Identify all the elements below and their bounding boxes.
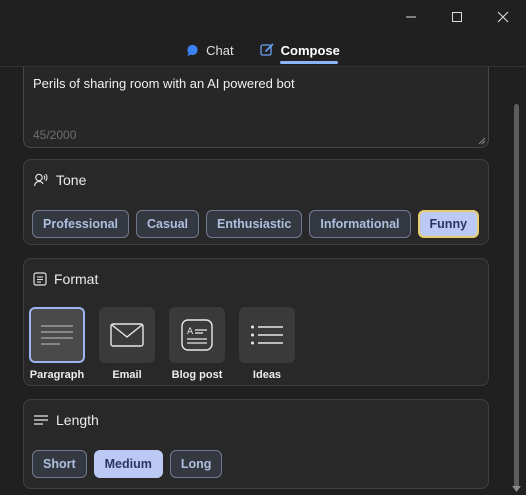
tab-compose[interactable]: Compose bbox=[259, 36, 340, 64]
format-header: Format bbox=[33, 271, 98, 287]
close-button[interactable] bbox=[480, 0, 526, 34]
tab-chat[interactable]: Chat bbox=[186, 36, 234, 64]
prompt-input[interactable]: Perils of sharing room with an AI powere… bbox=[23, 67, 489, 148]
svg-text:A: A bbox=[187, 327, 194, 337]
format-icon bbox=[33, 272, 47, 286]
compose-pencil-icon bbox=[259, 43, 273, 56]
tone-option-informational[interactable]: Informational bbox=[309, 210, 411, 238]
format-option-blog-post[interactable]: A Blog post bbox=[169, 307, 225, 381]
tone-option-enthusiastic[interactable]: Enthusiastic bbox=[206, 210, 303, 238]
format-option-paragraph[interactable]: Paragraph bbox=[29, 307, 85, 381]
format-option-label: Email bbox=[112, 369, 142, 381]
minimize-button[interactable] bbox=[388, 0, 434, 34]
format-option-label: Ideas bbox=[252, 369, 282, 381]
maximize-button[interactable] bbox=[434, 0, 480, 34]
resize-grip-icon[interactable] bbox=[478, 137, 486, 145]
tab-compose-label: Compose bbox=[280, 42, 340, 58]
scroll-down-arrow-icon[interactable] bbox=[512, 486, 521, 492]
tone-option-funny[interactable]: Funny bbox=[417, 210, 480, 238]
chat-bubble-icon bbox=[187, 44, 198, 56]
tone-options: Professional Casual Enthusiastic Informa… bbox=[32, 210, 480, 238]
tab-chat-label: Chat bbox=[206, 42, 234, 58]
format-option-email[interactable]: Email bbox=[99, 307, 155, 381]
paragraph-icon bbox=[41, 325, 73, 345]
length-option-short[interactable]: Short bbox=[32, 450, 87, 478]
title-bar bbox=[0, 0, 526, 34]
tone-card: Tone Professional Casual Enthusiastic In… bbox=[23, 159, 489, 245]
format-card: Format Paragraph Email A Blog post Ideas bbox=[23, 258, 489, 386]
ideas-list-icon bbox=[251, 325, 283, 345]
tone-title: Tone bbox=[56, 172, 87, 188]
minimize-icon bbox=[406, 16, 416, 18]
format-title: Format bbox=[54, 271, 99, 287]
length-options: Short Medium Long bbox=[32, 450, 223, 478]
blog-post-icon: A bbox=[181, 319, 213, 351]
prompt-character-counter: 45/2000 bbox=[33, 128, 77, 142]
format-option-label: Blog post bbox=[171, 369, 223, 381]
tone-option-professional[interactable]: Professional bbox=[32, 210, 130, 238]
format-option-label: Paragraph bbox=[29, 369, 85, 381]
length-header: Length bbox=[33, 412, 99, 428]
prompt-input-value: Perils of sharing room with an AI powere… bbox=[33, 76, 295, 91]
maximize-icon bbox=[452, 12, 462, 22]
compose-scroll-area: Perils of sharing room with an AI powere… bbox=[0, 67, 526, 495]
scrollbar-thumb[interactable] bbox=[514, 104, 519, 490]
length-title: Length bbox=[56, 412, 99, 428]
email-icon bbox=[110, 323, 144, 347]
tab-bar: Chat Compose bbox=[0, 36, 526, 66]
length-card: Length Short Medium Long bbox=[23, 399, 489, 489]
tone-header: Tone bbox=[33, 172, 86, 188]
length-option-medium[interactable]: Medium bbox=[93, 450, 163, 478]
length-option-long[interactable]: Long bbox=[169, 450, 223, 478]
format-options: Paragraph Email A Blog post Ideas bbox=[29, 307, 295, 381]
tone-option-casual[interactable]: Casual bbox=[136, 210, 200, 238]
length-lines-icon bbox=[34, 415, 48, 425]
format-option-ideas[interactable]: Ideas bbox=[239, 307, 295, 381]
close-icon bbox=[497, 11, 509, 23]
tone-voice-icon bbox=[33, 173, 48, 187]
compose-window: Chat Compose Perils of sharing room with… bbox=[0, 0, 526, 495]
